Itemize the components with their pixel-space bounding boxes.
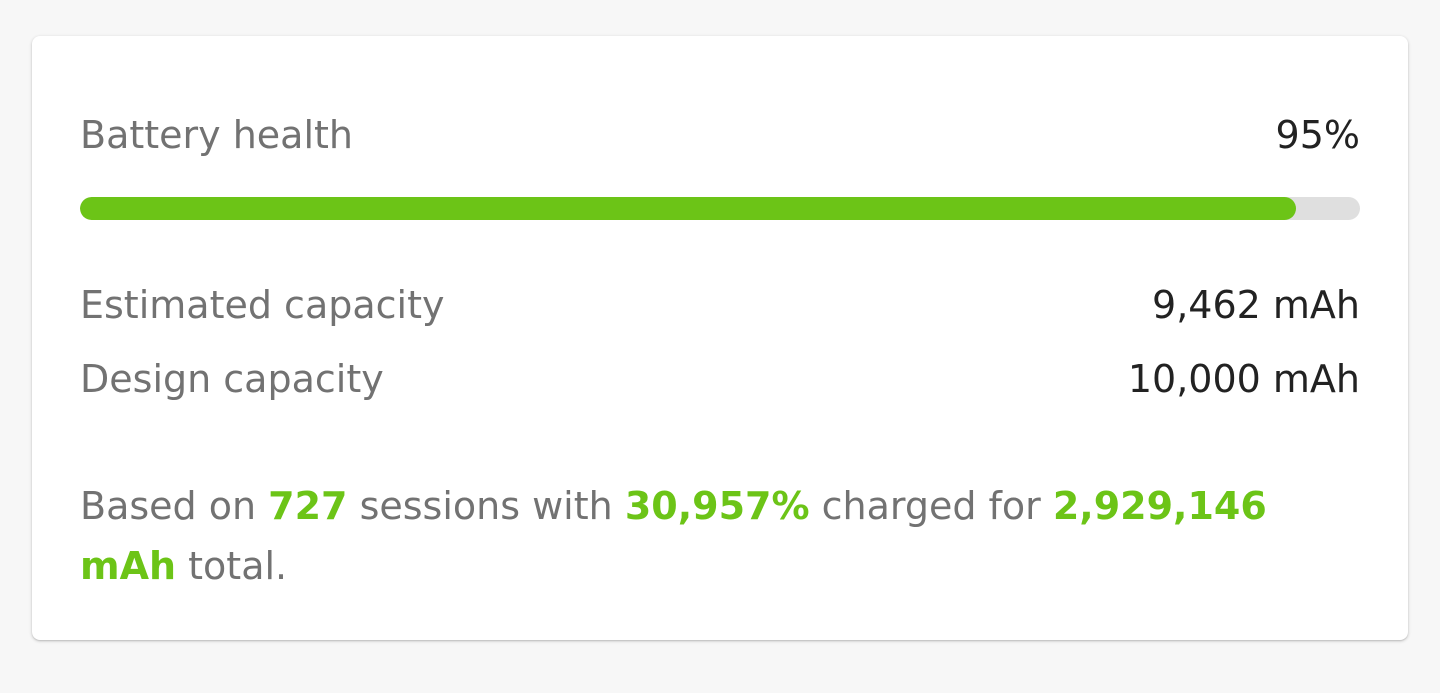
summary-text-4: total. <box>176 544 288 588</box>
summary-text-2: sessions with <box>347 484 625 528</box>
design-capacity-value: 10,000 mAh <box>1127 357 1360 401</box>
estimated-capacity-value: 9,462 mAh <box>1152 283 1360 327</box>
battery-health-value: 95% <box>1275 113 1360 157</box>
battery-health-label: Battery health <box>80 113 354 157</box>
battery-health-progress-fill <box>80 197 1296 220</box>
battery-health-row: Battery health 95% <box>80 112 1360 158</box>
estimated-capacity-row: Estimated capacity 9,462 mAh <box>80 282 1360 328</box>
design-capacity-row: Design capacity 10,000 mAh <box>80 356 1360 402</box>
summary-text-3: charged for <box>809 484 1053 528</box>
battery-health-card: Battery health 95% Estimated capacity 9,… <box>32 36 1408 640</box>
summary-sessions-count: 727 <box>268 484 348 528</box>
estimated-capacity-label: Estimated capacity <box>80 283 445 327</box>
design-capacity-label: Design capacity <box>80 357 384 401</box>
summary-charged-percent: 30,957% <box>624 484 810 528</box>
charging-summary: Based on 727 sessions with 30,957% charg… <box>80 476 1298 596</box>
summary-text-1: Based on <box>80 484 269 528</box>
battery-health-progress-bar <box>80 197 1360 220</box>
